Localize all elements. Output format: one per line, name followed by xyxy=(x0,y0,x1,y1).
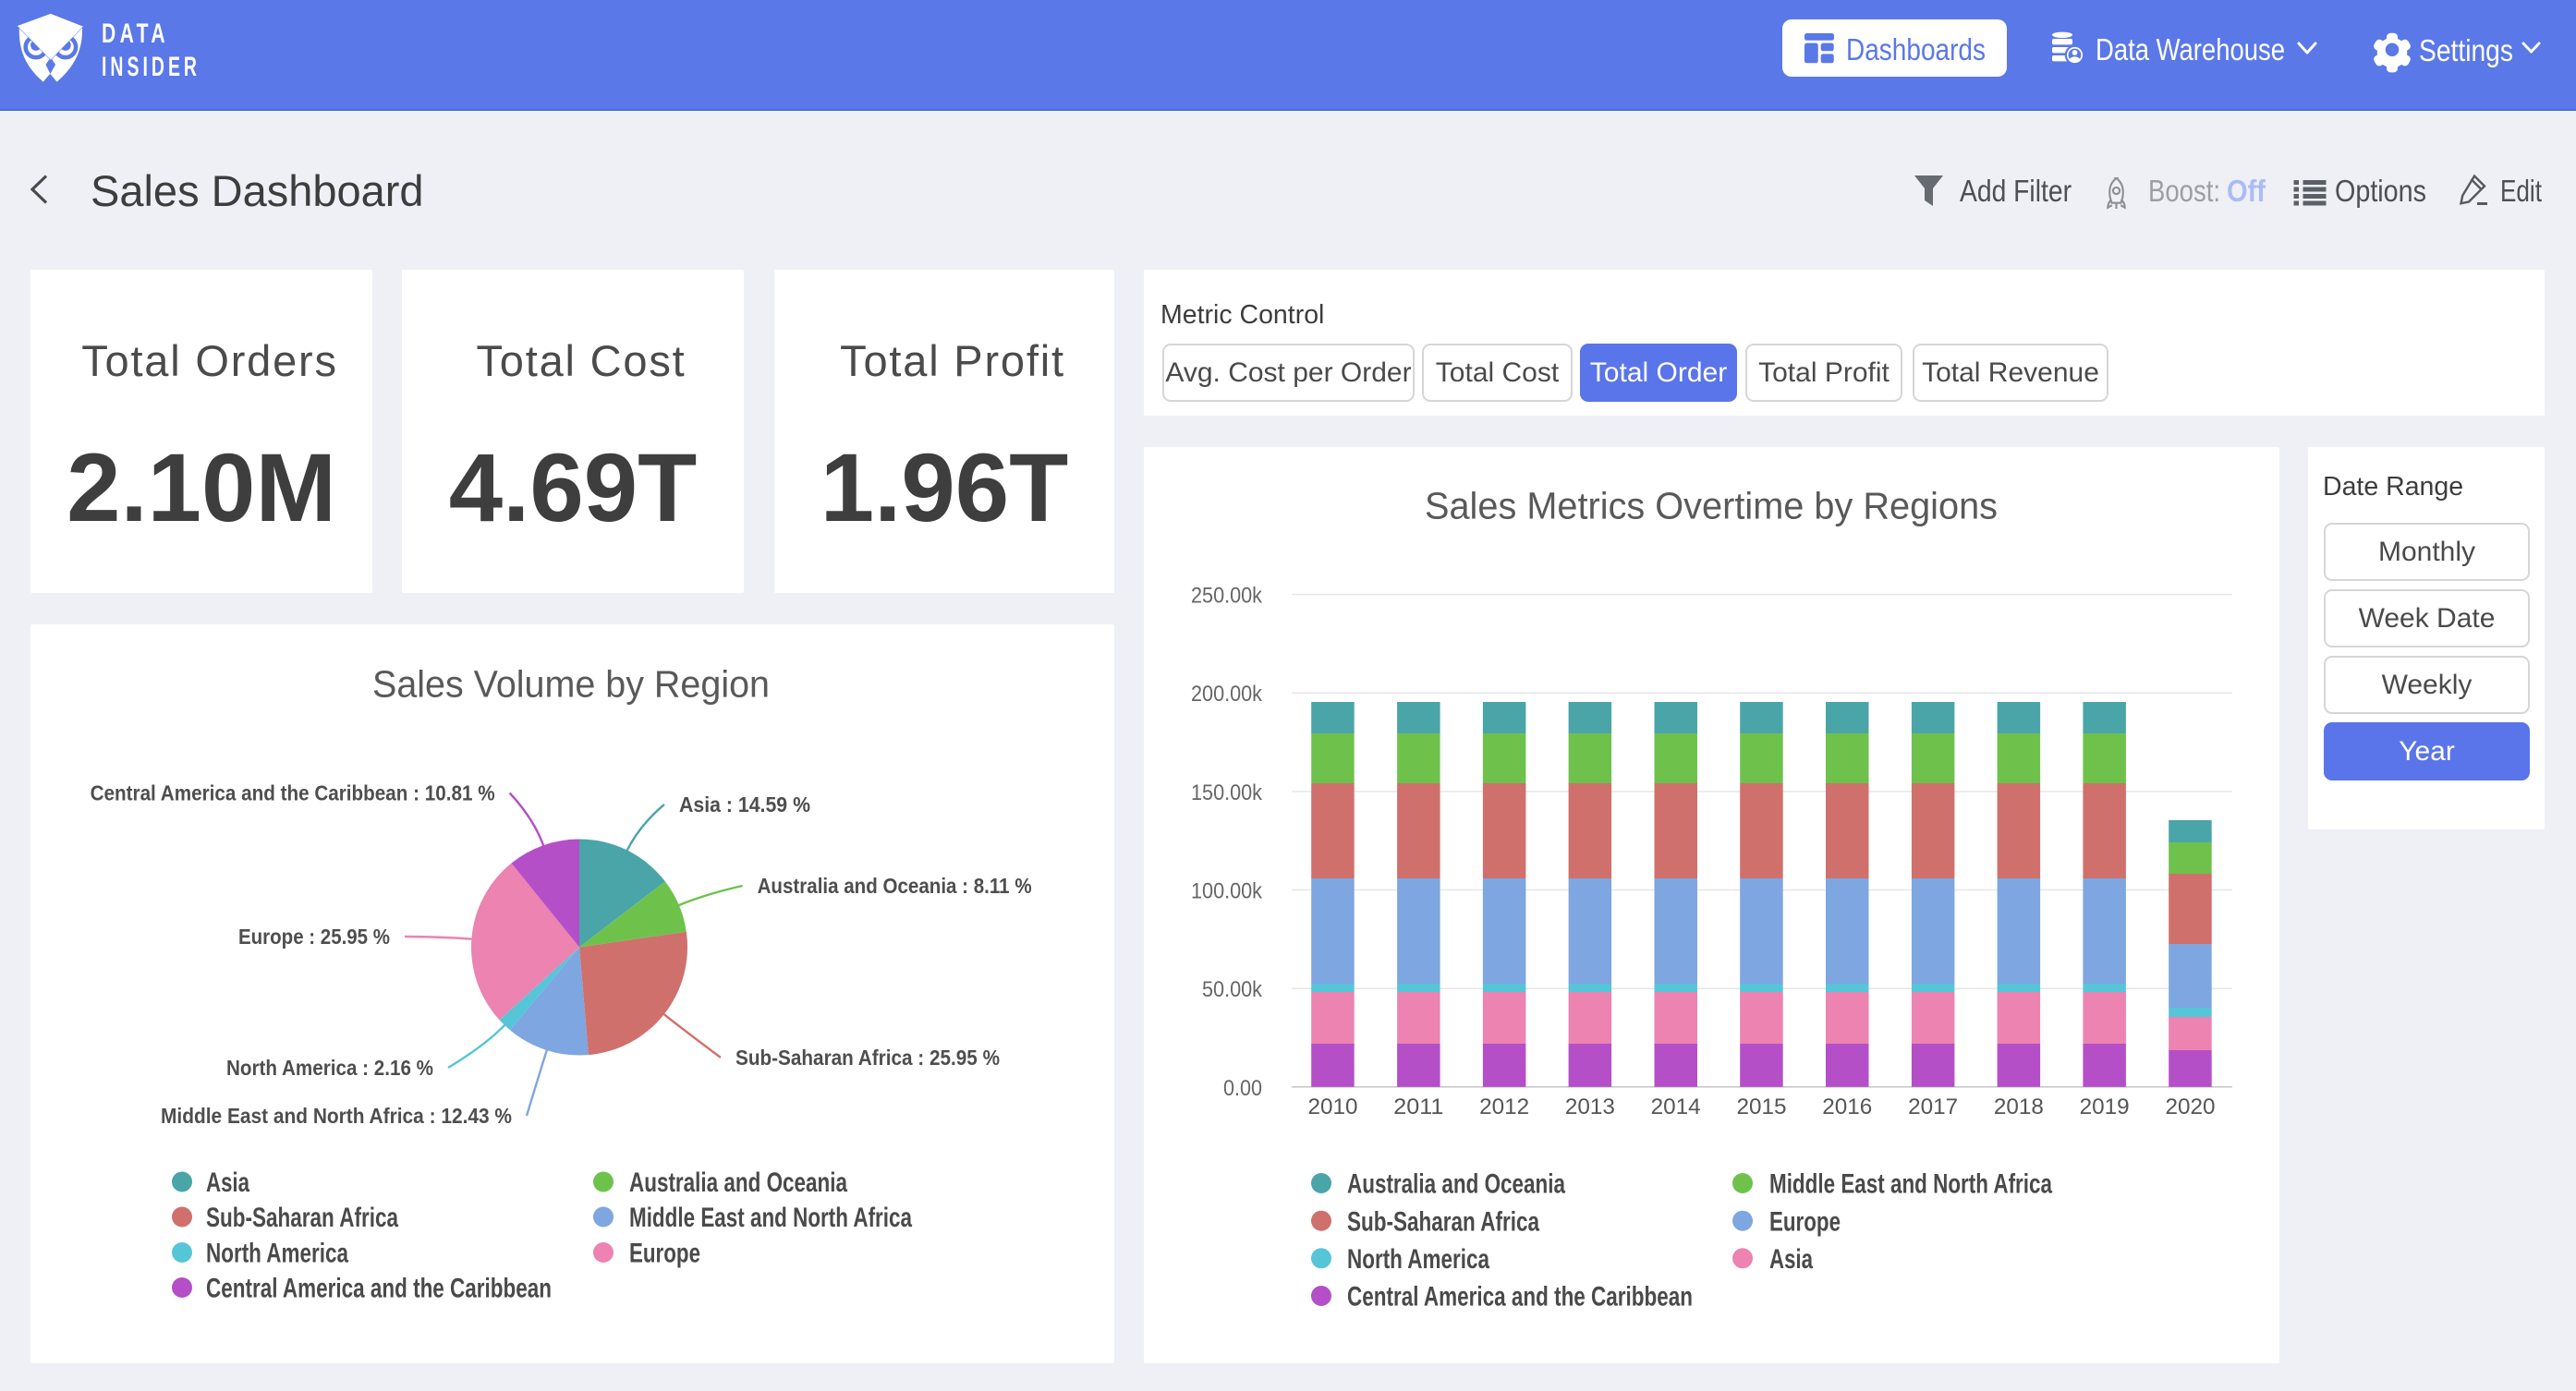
svg-text:Central America and the Caribb: Central America and the Caribbean xyxy=(206,1274,552,1304)
svg-text:North America: North America xyxy=(1347,1244,1489,1275)
svg-text:Dashboards: Dashboards xyxy=(1846,33,1986,67)
svg-text:2013: 2013 xyxy=(1565,1095,1615,1119)
svg-text:2019: 2019 xyxy=(2080,1095,2130,1119)
svg-text:Boost:: Boost: xyxy=(2148,175,2220,209)
svg-text:Off: Off xyxy=(2227,175,2266,209)
svg-text:Europe : 25.95 %: Europe : 25.95 % xyxy=(238,925,390,949)
svg-text:Asia: Asia xyxy=(1769,1244,1813,1275)
svg-text:0.00: 0.00 xyxy=(1223,1076,1262,1101)
svg-text:North America : 2.16 %: North America : 2.16 % xyxy=(226,1056,433,1080)
svg-text:150.00k: 150.00k xyxy=(1191,780,1263,805)
svg-text:Asia : 14.59 %: Asia : 14.59 % xyxy=(679,792,810,816)
svg-text:Sub-Saharan Africa : 25.95 %: Sub-Saharan Africa : 25.95 % xyxy=(735,1046,1000,1070)
svg-text:Middle East and North Africa: Middle East and North Africa xyxy=(1769,1169,2052,1200)
svg-text:Central America and the Caribb: Central America and the Caribbean : 10.8… xyxy=(91,781,495,805)
svg-text:DATA: DATA xyxy=(102,18,169,49)
svg-text:Middle East and North Africa :: Middle East and North Africa : 12.43 % xyxy=(161,1104,512,1128)
svg-text:Sub-Saharan Africa: Sub-Saharan Africa xyxy=(206,1203,398,1233)
svg-text:Data Warehouse: Data Warehouse xyxy=(2096,33,2285,67)
svg-text:Australia and Oceania: Australia and Oceania xyxy=(1347,1169,1565,1200)
svg-text:Central America and the Caribb: Central America and the Caribbean xyxy=(1347,1282,1693,1312)
svg-text:2017: 2017 xyxy=(1908,1095,1958,1119)
svg-text:2016: 2016 xyxy=(1822,1095,1872,1119)
svg-text:2015: 2015 xyxy=(1737,1095,1787,1119)
svg-text:Edit: Edit xyxy=(2500,175,2543,209)
svg-text:Middle East and North Africa: Middle East and North Africa xyxy=(629,1203,912,1233)
svg-text:Asia: Asia xyxy=(206,1167,249,1198)
svg-text:Options: Options xyxy=(2335,175,2426,209)
svg-text:North America: North America xyxy=(206,1239,348,1269)
svg-text:250.00k: 250.00k xyxy=(1191,584,1263,609)
svg-text:2010: 2010 xyxy=(1308,1095,1358,1119)
svg-text:Europe: Europe xyxy=(1769,1206,1841,1237)
svg-text:Add Filter: Add Filter xyxy=(1960,175,2072,209)
svg-text:100.00k: 100.00k xyxy=(1191,879,1263,904)
svg-text:Sub-Saharan Africa: Sub-Saharan Africa xyxy=(1347,1206,1539,1237)
svg-text:Europe: Europe xyxy=(629,1239,700,1269)
svg-text:Australia and Oceania : 8.11 %: Australia and Oceania : 8.11 % xyxy=(758,874,1032,898)
svg-text:50.00k: 50.00k xyxy=(1202,977,1263,1002)
svg-text:2020: 2020 xyxy=(2166,1095,2216,1119)
svg-text:Sales Metrics Overtime by Regi: Sales Metrics Overtime by Regions xyxy=(1425,485,1998,527)
svg-text:2011: 2011 xyxy=(1393,1095,1443,1119)
svg-text:Sales Volume by Region: Sales Volume by Region xyxy=(372,663,770,706)
svg-text:2018: 2018 xyxy=(1994,1095,2044,1119)
svg-text:200.00k: 200.00k xyxy=(1191,682,1263,707)
svg-text:INSIDER: INSIDER xyxy=(102,52,200,82)
svg-text:Australia and Oceania: Australia and Oceania xyxy=(629,1167,847,1198)
svg-text:2012: 2012 xyxy=(1479,1095,1529,1119)
svg-text:2014: 2014 xyxy=(1651,1095,1701,1119)
svg-text:Settings: Settings xyxy=(2419,34,2513,68)
